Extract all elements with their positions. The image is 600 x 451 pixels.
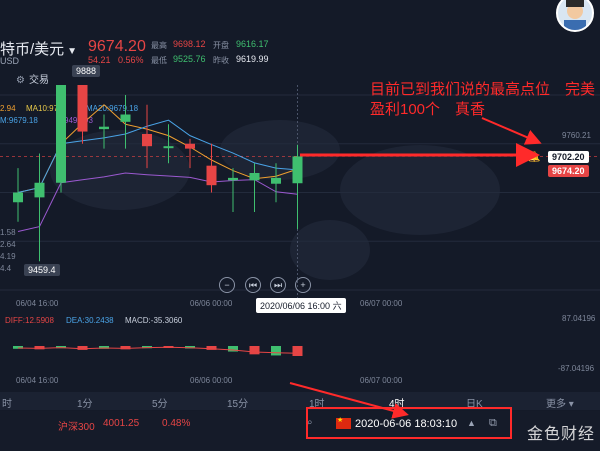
annotation-arrow-bottom: [289, 382, 409, 419]
annotation-arrows: [289, 117, 542, 419]
trading-app-screen: 特币/美元 ▼ 9674.20 USD 54.21 0.56% 最高 9698.1…: [0, 0, 600, 451]
annotation-arrow-diagonal: [481, 117, 542, 145]
